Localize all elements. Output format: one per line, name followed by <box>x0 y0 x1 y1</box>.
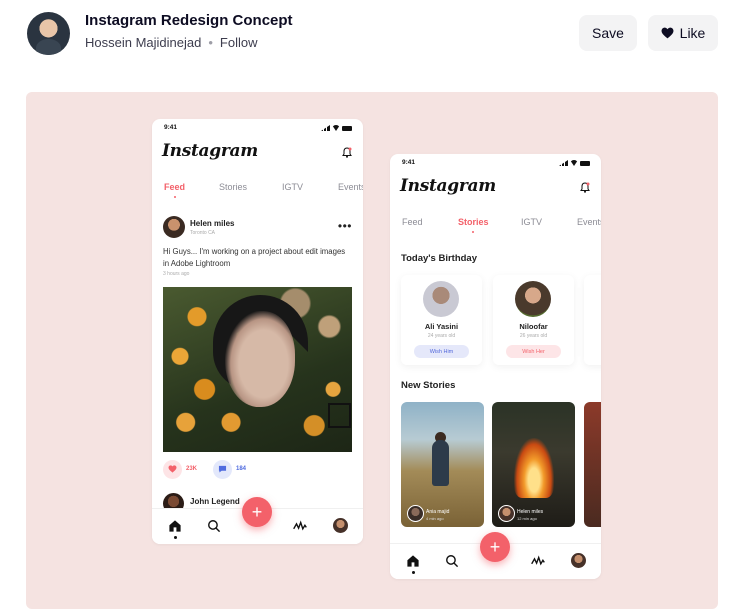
follow-link[interactable]: Follow <box>220 35 258 50</box>
more-options-icon[interactable]: ••• <box>338 220 352 232</box>
comment-count: 184 <box>236 466 247 472</box>
tab-feed[interactable]: Feed <box>402 217 423 227</box>
active-indicator <box>412 571 415 574</box>
birthday-card[interactable]: Niloofar 26 years old Wish Her <box>493 275 574 365</box>
story-card[interactable]: Helen miles 12 min ago <box>492 402 575 527</box>
home-icon[interactable] <box>168 519 182 533</box>
tab-stories[interactable]: Stories <box>458 217 489 233</box>
story-time: 12 min ago <box>517 516 537 521</box>
signal-icon <box>321 125 330 131</box>
tab-events[interactable]: Events <box>338 182 363 192</box>
story-time: 4 min ago <box>426 516 444 521</box>
home-icon[interactable] <box>406 554 420 568</box>
heart-icon <box>163 459 182 479</box>
birthday-age: 24 years old <box>427 333 456 339</box>
story-user: Helen miles <box>517 509 544 515</box>
shot-title: Instagram Redesign Concept <box>85 12 293 29</box>
wish-button[interactable]: Wish Her <box>506 345 561 358</box>
tab-stories[interactable]: Stories <box>219 182 247 192</box>
comment-icon <box>213 459 232 479</box>
heart-icon <box>661 27 674 39</box>
birthday-section-title: Today's Birthday <box>401 253 477 264</box>
birthday-name: Niloofar <box>519 322 548 331</box>
instagram-logo: Instagram <box>162 141 258 161</box>
activity-icon[interactable] <box>531 554 545 568</box>
post-caption: Hi Guys... I'm working on a project abou… <box>163 247 346 268</box>
birthday-card-partial[interactable] <box>584 275 601 365</box>
birthday-age: 26 years old <box>519 333 548 339</box>
next-post-author[interactable]: John Legend <box>190 497 240 506</box>
stories-tabs: Feed Stories IGTV Events <box>402 217 601 233</box>
add-post-button[interactable]: + <box>242 497 272 527</box>
story-avatar <box>407 505 424 522</box>
search-icon[interactable] <box>445 554 459 568</box>
like-button[interactable]: Like <box>648 15 718 51</box>
post-photo[interactable] <box>163 287 352 452</box>
comment-reaction[interactable]: 184 <box>213 459 247 479</box>
post-time: 3 hours ago <box>163 271 190 277</box>
tab-igtv[interactable]: IGTV <box>521 217 542 227</box>
signal-icon <box>559 160 568 166</box>
bell-icon[interactable] <box>342 147 352 158</box>
phone-stories-screen: 9:41 Instagram Feed Stories IGTV Events … <box>390 154 601 579</box>
byline-separator: • <box>208 35 213 50</box>
focus-square <box>328 403 351 428</box>
story-card[interactable]: Ania majid 4 min ago <box>401 402 484 527</box>
search-icon[interactable] <box>207 519 221 533</box>
post-location: Toronto CA <box>190 230 216 236</box>
status-bar: 9:41 <box>164 124 352 134</box>
story-avatar <box>498 505 515 522</box>
post-author-name[interactable]: Helen miles <box>190 219 234 228</box>
birthday-name: Ali Yasini <box>424 322 459 331</box>
tab-events[interactable]: Events <box>577 217 601 227</box>
story-card-partial[interactable] <box>584 402 601 527</box>
wifi-icon <box>332 125 340 131</box>
bottom-nav: + <box>390 532 601 579</box>
bell-icon[interactable] <box>580 182 590 193</box>
phone-feed-screen: 9:41 Instagram Feed Stories IGTV Events … <box>152 119 363 544</box>
birthday-avatar <box>423 281 459 317</box>
shot-header: Instagram Redesign Concept Hossein Majid… <box>0 0 743 80</box>
feed-tabs: Feed Stories IGTV Events <box>164 182 363 198</box>
post-author-avatar[interactable] <box>163 216 185 238</box>
like-label: Like <box>679 25 706 41</box>
author-avatar[interactable] <box>27 12 70 55</box>
save-button[interactable]: Save <box>579 15 637 51</box>
instagram-logo: Instagram <box>400 176 496 196</box>
status-bar: 9:41 <box>402 159 590 169</box>
bottom-nav: + <box>152 497 363 544</box>
active-indicator <box>174 536 177 539</box>
activity-icon[interactable] <box>293 519 307 533</box>
author-name[interactable]: Hossein Majidinejad <box>85 35 201 50</box>
profile-avatar[interactable] <box>333 518 348 533</box>
profile-avatar[interactable] <box>571 553 586 568</box>
wish-button[interactable]: Wish Him <box>414 345 469 358</box>
birthday-card[interactable]: Ali Yasini 24 years old Wish Him <box>401 275 482 365</box>
tab-feed[interactable]: Feed <box>164 182 185 198</box>
battery-icon <box>342 125 352 131</box>
story-figure <box>432 440 449 486</box>
wifi-icon <box>570 160 578 166</box>
story-user: Ania majid <box>426 509 450 515</box>
shot-image[interactable]: 9:41 Instagram Feed Stories IGTV Events … <box>26 92 718 609</box>
tab-igtv[interactable]: IGTV <box>282 182 303 192</box>
like-count: 23K <box>186 466 198 472</box>
story-campfire <box>514 438 554 498</box>
birthday-avatar <box>515 281 551 317</box>
like-reaction[interactable]: 23K <box>163 459 198 479</box>
battery-icon <box>580 160 590 166</box>
add-post-button[interactable]: + <box>480 532 510 562</box>
new-stories-title: New Stories <box>401 380 456 391</box>
status-time: 9:41 <box>402 159 416 166</box>
byline: Hossein Majidinejad • Follow <box>85 35 257 50</box>
status-time: 9:41 <box>164 124 178 131</box>
photo-face <box>225 311 295 407</box>
